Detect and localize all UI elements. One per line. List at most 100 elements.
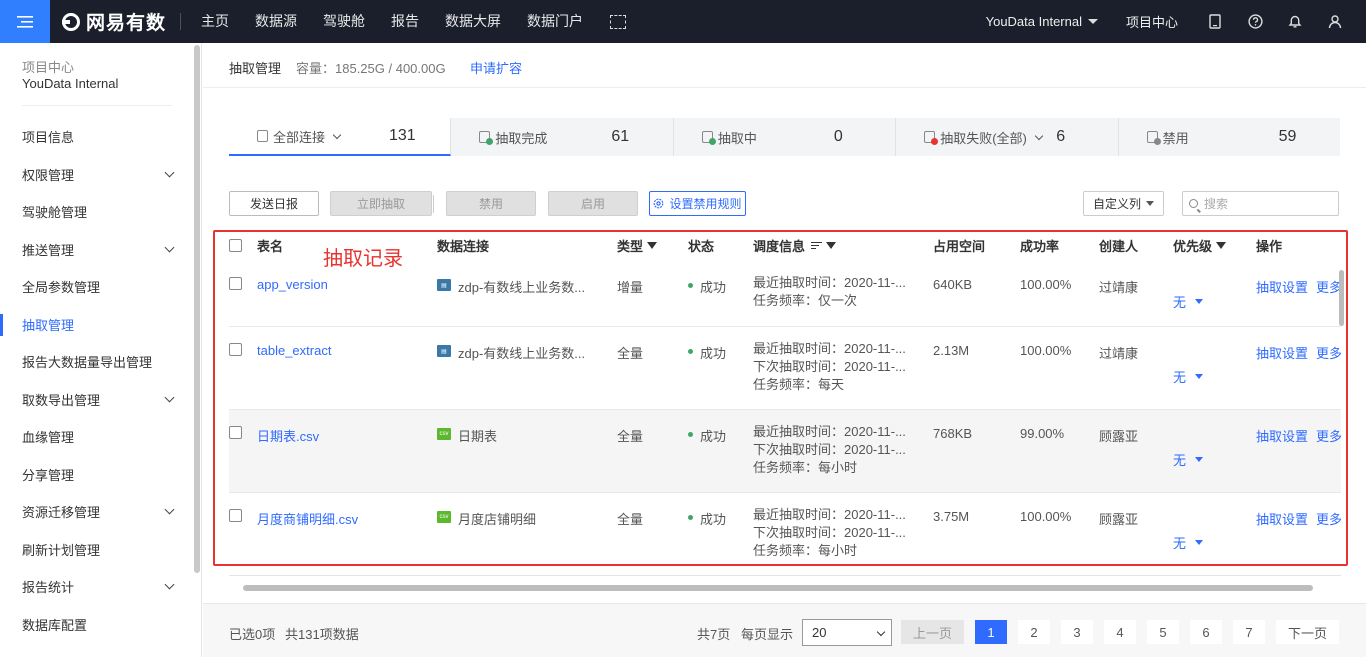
page-size-select[interactable]: 20 (802, 619, 892, 646)
prev-page-button[interactable]: 上一页 (901, 620, 964, 644)
table-name-link[interactable]: 月度商铺明细.csv (257, 509, 358, 528)
filter-icon[interactable] (1216, 242, 1227, 249)
more-link[interactable]: 更多 (1316, 509, 1341, 528)
sidebar-item-db-config[interactable]: 数据库配置 (0, 606, 195, 644)
page-button[interactable]: 2 (1018, 620, 1050, 644)
extract-now-button[interactable]: 立即抽取 (330, 191, 432, 216)
nav-report[interactable]: 报告 (378, 0, 432, 43)
row-checkbox[interactable] (229, 277, 242, 290)
tablet-icon[interactable] (1206, 13, 1224, 31)
sidebar-item-push[interactable]: 推送管理 (0, 231, 195, 269)
more-link[interactable]: 更多 (1316, 343, 1341, 362)
nav-cockpit[interactable]: 驾驶舱 (310, 0, 378, 43)
sidebar-scrollbar[interactable] (194, 45, 200, 573)
page-button[interactable]: 5 (1147, 620, 1179, 644)
search-placeholder: 搜索 (1204, 197, 1229, 211)
nav-home[interactable]: 主页 (188, 0, 242, 43)
more-link[interactable]: 更多 (1316, 277, 1341, 296)
disable-rule-button[interactable]: 设置禁用规则 (649, 191, 746, 216)
rate-value: 100.00% (1020, 509, 1072, 524)
priority-dropdown[interactable]: 无 (1173, 261, 1204, 326)
page-button[interactable]: 6 (1190, 620, 1222, 644)
tab-disabled[interactable]: 禁用 59 (1119, 118, 1340, 156)
sidebar-item-refresh-plan[interactable]: 刷新计划管理 (0, 531, 195, 569)
status-dot-icon (688, 432, 693, 437)
pagination-footer: 已选0项 共131项数据 共7页 每页显示 20 上一页 1 2 3 4 5 6… (203, 603, 1366, 657)
sidebar-item-permissions[interactable]: 权限管理 (0, 156, 195, 194)
extract-settings-link[interactable]: 抽取设置 (1256, 509, 1308, 528)
filter-icon[interactable] (826, 242, 837, 249)
csv-icon: csv (437, 511, 451, 523)
sidebar-item-cockpit[interactable]: 驾驶舱管理 (0, 193, 195, 231)
extract-table: 表名 数据连接 类型 状态 调度信息 占用空间 成功率 创建人 优先级 操作 a… (229, 230, 1341, 568)
source-name: zdp-有数线上业务数... (458, 280, 586, 295)
table-row[interactable]: table_extract ▤ zdp-有数线上业务数... 全量 成功 最近抽取… (229, 327, 1341, 410)
table-vertical-scrollbar[interactable] (1339, 270, 1344, 326)
priority-dropdown[interactable]: 无 (1173, 493, 1204, 568)
sidebar-item-data-export[interactable]: 取数导出管理 (0, 381, 195, 419)
menu-icon[interactable] (0, 0, 50, 43)
disable-button[interactable]: 禁用 (446, 191, 536, 216)
workspace-selector[interactable]: YouData Internal (986, 14, 1098, 29)
sidebar-item-report-stats[interactable]: 报告统计 (0, 568, 195, 606)
filter-icon[interactable] (647, 242, 658, 249)
next-page-button[interactable]: 下一页 (1276, 620, 1339, 644)
sort-icon[interactable] (811, 241, 823, 250)
status-value: 成功 (700, 280, 727, 295)
table-name-link[interactable]: app_version (257, 277, 328, 292)
help-icon[interactable] (1246, 13, 1264, 31)
table-name-link[interactable]: 日期表.csv (257, 426, 319, 445)
send-daily-report-button[interactable]: 发送日报 (229, 191, 319, 216)
enable-button[interactable]: 启用 (548, 191, 638, 216)
schedule-line: 下次抽取时间：2020-11-... (753, 442, 906, 457)
sidebar-item-project-info[interactable]: 项目信息 (0, 118, 195, 156)
brand-logo[interactable]: 网易有数 (62, 0, 166, 43)
space-value: 768KB (933, 426, 973, 441)
apply-expansion-link[interactable]: 申请扩容 (470, 58, 522, 77)
sidebar-item-global-params[interactable]: 全局参数管理 (0, 268, 195, 306)
sidebar-menu: 项目信息 权限管理 驾驶舱管理 推送管理 全局参数管理 抽取管理 报告大数据量导… (0, 118, 195, 643)
row-checkbox[interactable] (229, 426, 242, 439)
project-center-link[interactable]: 项目中心 (1126, 12, 1178, 31)
nav-portal[interactable]: 数据门户 (514, 0, 596, 43)
row-checkbox[interactable] (229, 509, 242, 522)
table-row[interactable]: 月度商铺明细.csv csv 月度店铺明细 全量 成功 最近抽取时间：2020-1… (229, 493, 1341, 568)
more-link[interactable]: 更多 (1316, 426, 1341, 445)
sidebar-item-report-export[interactable]: 报告大数据量导出管理 (0, 343, 195, 381)
tab-all-connections[interactable]: 全部连接 131 (229, 118, 452, 156)
status-dot-icon (688, 515, 693, 520)
nav-bigscreen[interactable]: 数据大屏 (432, 0, 514, 43)
extract-settings-link[interactable]: 抽取设置 (1256, 426, 1308, 445)
sidebar-item-extract[interactable]: 抽取管理 (0, 306, 195, 344)
page-button[interactable]: 1 (975, 620, 1007, 644)
type-value: 全量 (617, 512, 644, 527)
priority-dropdown[interactable]: 无 (1173, 327, 1204, 409)
bell-icon[interactable] (1286, 13, 1304, 31)
sidebar-item-migration[interactable]: 资源迁移管理 (0, 493, 195, 531)
tab-extract-failed[interactable]: 抽取失败(全部) 6 (896, 118, 1119, 156)
creator-value: 顾露亚 (1099, 429, 1139, 444)
priority-value: 无 (1173, 295, 1187, 310)
custom-columns-dropdown[interactable]: 自定义列 (1083, 191, 1164, 216)
priority-dropdown[interactable]: 无 (1173, 410, 1204, 492)
sidebar-item-label: 资源迁移管理 (22, 505, 101, 521)
nav-datasource[interactable]: 数据源 (242, 0, 310, 43)
table-name-link[interactable]: table_extract (257, 343, 331, 358)
search-input[interactable]: 搜索 (1182, 191, 1339, 216)
table-horizontal-scrollbar[interactable] (243, 585, 1313, 591)
page-button[interactable]: 4 (1104, 620, 1136, 644)
user-icon[interactable] (1326, 13, 1344, 31)
extract-settings-link[interactable]: 抽取设置 (1256, 277, 1308, 296)
select-all-checkbox[interactable] (229, 239, 242, 252)
main-content: 抽取管理 容量：185.25G / 400.00G 申请扩容 全部连接 131 … (203, 43, 1366, 657)
tab-extracting[interactable]: 抽取中 0 (674, 118, 897, 156)
tab-extract-complete[interactable]: 抽取完成 61 (451, 118, 674, 156)
sidebar-item-lineage[interactable]: 血缘管理 (0, 418, 195, 456)
sidebar-item-share[interactable]: 分享管理 (0, 456, 195, 494)
page-button[interactable]: 3 (1061, 620, 1093, 644)
page-button[interactable]: 7 (1233, 620, 1265, 644)
row-checkbox[interactable] (229, 343, 242, 356)
layout-icon[interactable] (610, 15, 626, 29)
table-row[interactable]: 日期表.csv csv 日期表 全量 成功 最近抽取时间：2020-11-... 下… (229, 410, 1341, 493)
extract-settings-link[interactable]: 抽取设置 (1256, 343, 1308, 362)
